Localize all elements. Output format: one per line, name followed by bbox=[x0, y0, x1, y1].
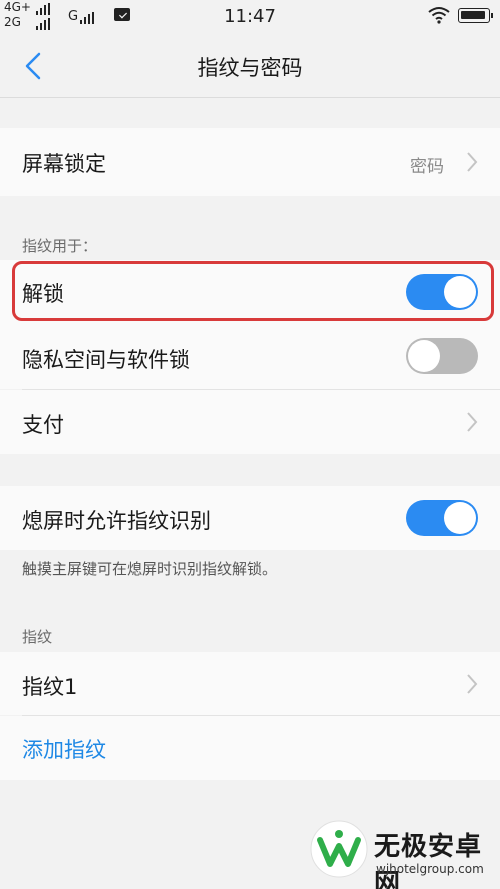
fingerprints-section-label: 指纹 bbox=[22, 628, 53, 646]
screen-off-row: 熄屏时允许指纹识别 bbox=[0, 486, 500, 550]
fingerprint-use-section-label: 指纹用于： bbox=[22, 237, 98, 255]
watermark-logo bbox=[310, 820, 368, 878]
page-title: 指纹与密码 bbox=[197, 56, 303, 80]
toggle-knob bbox=[444, 502, 476, 534]
wifi-icon bbox=[428, 7, 450, 24]
chevron-right-icon bbox=[467, 412, 478, 432]
watermark-url: wjhotelgroup.com bbox=[376, 862, 484, 876]
payment-row[interactable]: 支付 bbox=[0, 390, 500, 454]
screen-off-label: 熄屏时允许指纹识别 bbox=[22, 509, 211, 533]
highlight-box bbox=[12, 261, 494, 321]
privacy-row: 隐私空间与软件锁 bbox=[0, 324, 500, 389]
chevron-right-icon bbox=[467, 674, 478, 694]
screen-off-hint: 触摸主屏键可在熄屏时识别指纹解锁。 bbox=[22, 560, 278, 578]
fingerprint-item-label: 指纹1 bbox=[22, 675, 78, 699]
privacy-toggle[interactable] bbox=[406, 338, 478, 374]
screen-lock-label: 屏幕锁定 bbox=[22, 152, 106, 176]
payment-label: 支付 bbox=[22, 413, 64, 437]
screen-lock-value: 密码 bbox=[410, 157, 444, 177]
toggle-knob bbox=[408, 340, 440, 372]
screen-lock-row[interactable]: 屏幕锁定 密码 bbox=[0, 128, 500, 196]
status-time: 11:47 bbox=[224, 6, 276, 27]
privacy-label: 隐私空间与软件锁 bbox=[22, 348, 190, 372]
add-fingerprint-link[interactable]: 添加指纹 bbox=[22, 734, 106, 764]
chevron-right-icon bbox=[467, 152, 478, 172]
status-bar: 4G+ 2G G 11:47 bbox=[0, 0, 500, 34]
watermark-title: 无极安卓网 bbox=[374, 832, 483, 889]
screen-off-toggle[interactable] bbox=[406, 500, 478, 536]
fingerprint-item-row[interactable]: 指纹1 bbox=[0, 652, 500, 715]
battery-icon bbox=[458, 8, 493, 23]
add-fingerprint-row[interactable]: 添加指纹 bbox=[0, 716, 500, 780]
title-bar: 指纹与密码 bbox=[0, 34, 500, 98]
